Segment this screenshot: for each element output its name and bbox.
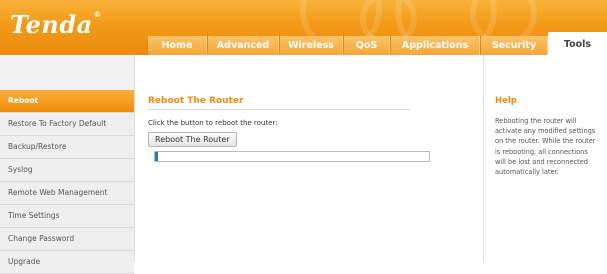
tab-tools[interactable]: Tools	[548, 32, 607, 55]
sidebar-item-backup-restore[interactable]: Backup/Restore	[0, 136, 134, 159]
help-divider	[483, 55, 484, 261]
help-text: Rebooting the router will activate any m…	[495, 117, 596, 177]
page-title: Reboot The Router	[148, 96, 410, 110]
help-title: Help	[495, 96, 517, 106]
sidebar-item-syslog[interactable]: Syslog	[0, 159, 134, 182]
sidebar: Reboot Restore To Factory Default Backup…	[0, 55, 134, 274]
reboot-progress-bar	[154, 151, 430, 162]
tab-security[interactable]: Security	[480, 36, 548, 55]
sidebar-item-time-settings[interactable]: Time Settings	[0, 205, 134, 228]
help-panel: Help Rebooting the router will activate …	[495, 90, 599, 177]
header-banner: Tenda® Home Advanced Wireless QoS Applic…	[0, 0, 607, 55]
sidebar-item-change-password[interactable]: Change Password	[0, 228, 134, 251]
sidebar-item-remote-web-management[interactable]: Remote Web Management	[0, 182, 134, 205]
tab-qos[interactable]: QoS	[343, 36, 390, 55]
progress-fill	[155, 152, 158, 161]
tab-home[interactable]: Home	[147, 36, 207, 55]
logo-mark: ®	[93, 10, 102, 19]
tab-wireless[interactable]: Wireless	[279, 36, 343, 55]
sidebar-item-restore-factory-default[interactable]: Restore To Factory Default	[0, 113, 134, 136]
reboot-description: Click the button to reboot the router:	[148, 119, 278, 127]
logo-text: Tenda	[10, 10, 93, 39]
tab-advanced[interactable]: Advanced	[207, 36, 279, 55]
sidebar-header-gap	[0, 55, 134, 90]
sidebar-divider	[134, 55, 135, 261]
main-content: Reboot The Router Click the button to re…	[148, 90, 478, 162]
tab-applications[interactable]: Applications	[390, 36, 480, 55]
reboot-button[interactable]: Reboot The Router	[148, 132, 237, 147]
sidebar-item-reboot[interactable]: Reboot	[0, 90, 134, 113]
sidebar-item-upgrade[interactable]: Upgrade	[0, 251, 134, 274]
tenda-logo: Tenda®	[10, 10, 101, 39]
